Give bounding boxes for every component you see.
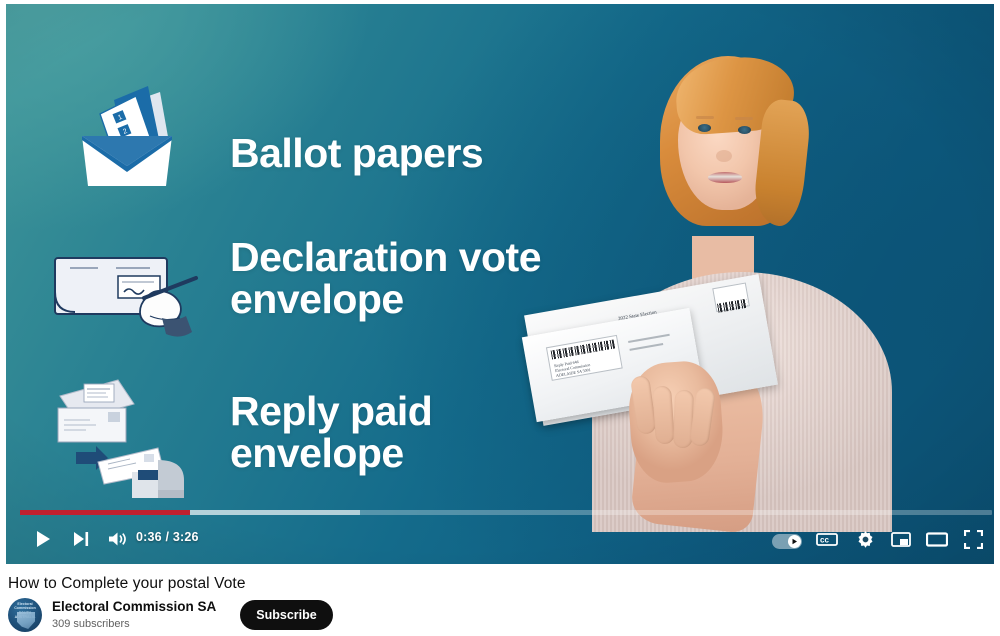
- next-button[interactable]: [64, 522, 98, 556]
- presenter-figure: ElectoralCommission SAGPO Box 646 Adelai…: [521, 4, 966, 534]
- settings-button[interactable]: [848, 522, 882, 556]
- map-icon: [17, 612, 35, 629]
- overlay-headline-3: Reply paid envelope: [230, 388, 433, 477]
- play-button[interactable]: [26, 522, 60, 556]
- youtube-watch-page: 1 2 3: [0, 0, 1000, 636]
- miniplayer-button[interactable]: [884, 522, 918, 556]
- subtitles-button[interactable]: cc: [810, 522, 844, 556]
- progress-played: [20, 510, 191, 515]
- eye-right: [738, 126, 751, 134]
- fullscreen-button[interactable]: [956, 522, 990, 556]
- video-player[interactable]: 1 2 3: [6, 4, 994, 564]
- avatar[interactable]: Electoral Commission SOUTH AUSTRALIA: [8, 598, 42, 632]
- video-meta-section: How to Complete your postal Vote Elector…: [0, 568, 1000, 636]
- eye-left: [698, 124, 711, 132]
- time-display: 0:36 / 3:26: [136, 530, 199, 544]
- reply-paid-envelope-mailbox-illustration: [46, 374, 206, 498]
- svg-text:cc: cc: [820, 536, 829, 545]
- ballot-papers-envelope-illustration: 1 2 3: [74, 78, 180, 190]
- channel-name[interactable]: Electoral Commission SA: [52, 599, 216, 616]
- declaration-envelope-signing-illustration: [50, 246, 202, 344]
- subscriber-count: 309 subscribers: [52, 617, 130, 630]
- autoplay-toggle[interactable]: [772, 534, 802, 549]
- nose: [716, 150, 732, 162]
- overlay-headline-1: Ballot papers: [230, 130, 484, 176]
- channel-row: Electoral Commission SOUTH AUSTRALIA Ele…: [8, 598, 333, 632]
- volume-button[interactable]: [100, 522, 134, 556]
- progress-bar[interactable]: [20, 510, 992, 515]
- page-title: How to Complete your postal Vote: [8, 575, 246, 592]
- subscribe-button[interactable]: Subscribe: [240, 600, 333, 630]
- theater-button[interactable]: [920, 522, 954, 556]
- player-controls-bar[interactable]: 0:36 / 3:26 cc: [12, 510, 994, 558]
- mouth: [708, 172, 742, 183]
